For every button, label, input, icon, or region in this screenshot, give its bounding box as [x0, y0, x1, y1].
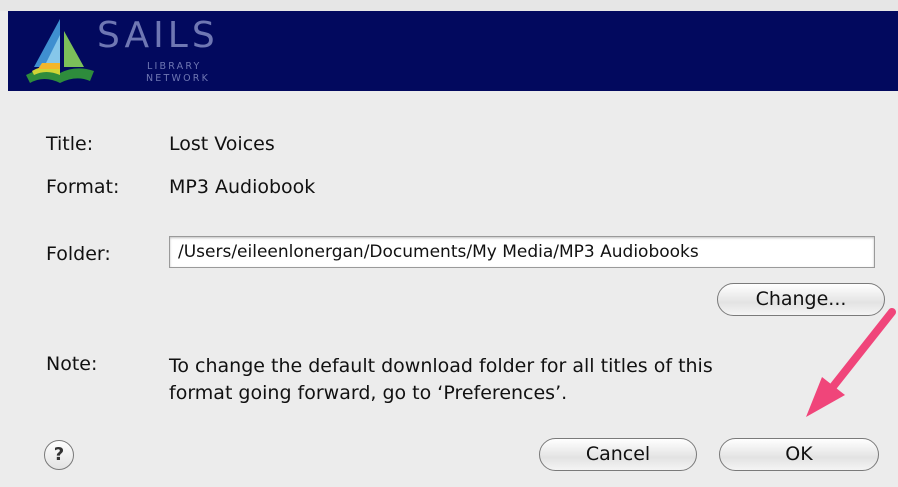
note-label: Note:: [46, 353, 98, 375]
title-value: Lost Voices: [169, 133, 275, 155]
format-label: Format:: [46, 176, 120, 198]
download-dialog: SAILS LIBRARY NETWORK Title: Lost Voices…: [0, 0, 898, 487]
help-button[interactable]: ?: [44, 440, 74, 470]
folder-label: Folder:: [46, 243, 111, 265]
change-folder-button[interactable]: Change...: [717, 283, 885, 316]
folder-path-field[interactable]: [169, 236, 875, 268]
note-line-1: To change the default download folder fo…: [169, 355, 713, 377]
cancel-button[interactable]: Cancel: [539, 438, 697, 471]
logo-name: SAILS: [97, 15, 219, 56]
header-banner: SAILS LIBRARY NETWORK: [8, 11, 898, 91]
format-value: MP3 Audiobook: [169, 176, 316, 198]
window-top-strip: [0, 0, 898, 11]
note-text: To change the default download folder fo…: [169, 353, 849, 407]
logo-subtitle-line2: NETWORK: [146, 73, 211, 84]
sailboat-book-logo-icon: [26, 19, 94, 83]
note-line-2: format going forward, go to ‘Preferences…: [169, 382, 568, 404]
logo-subtitle-line1: LIBRARY: [147, 61, 202, 72]
title-label: Title:: [46, 133, 94, 155]
ok-button[interactable]: OK: [719, 438, 879, 471]
